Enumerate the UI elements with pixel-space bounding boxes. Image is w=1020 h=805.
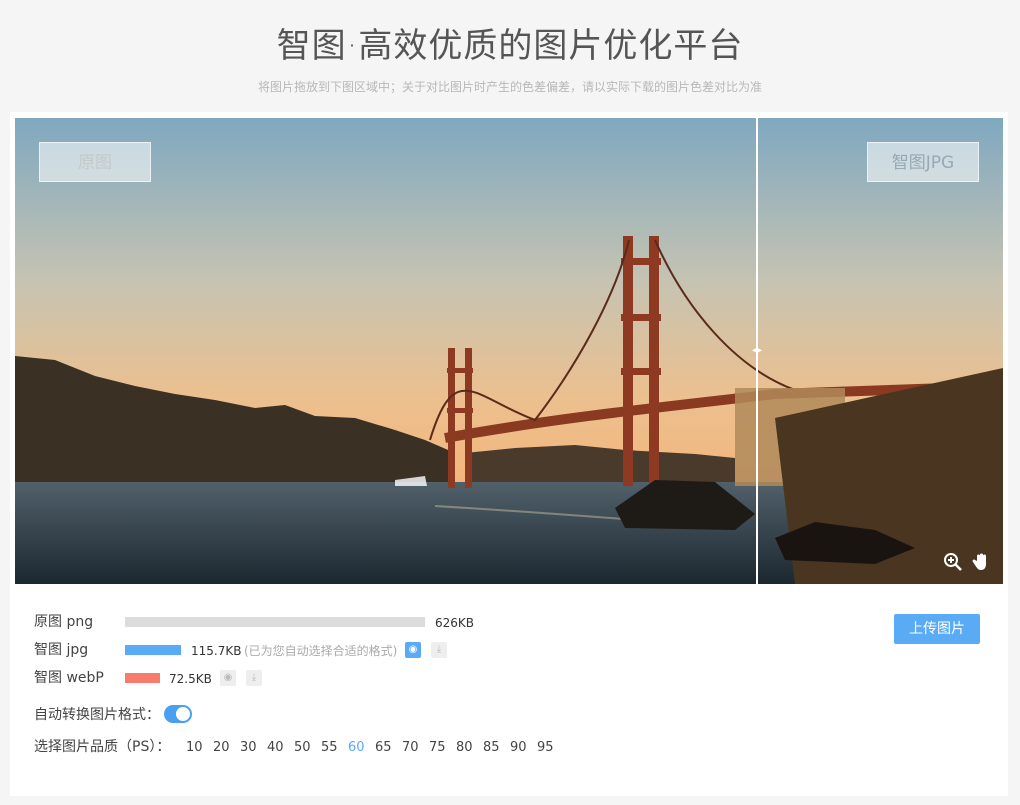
viewer-tools [941, 550, 1001, 578]
bridge-photo [15, 118, 1003, 584]
quality-option[interactable]: 30 [240, 736, 267, 760]
result-row-webp: 智图 webP 72.5KB ◉ ⤓ [34, 668, 634, 688]
result-label: 智图 webP [34, 670, 104, 686]
quality-label: 选择图片品质（PS）： [34, 739, 171, 755]
quality-option[interactable]: 85 [483, 736, 510, 760]
quality-option[interactable]: 10 [186, 736, 213, 760]
result-row-jpg: 智图 jpg 115.7KB (已为您自动选择合适的格式) ◉ ⤓ [34, 640, 634, 660]
results-panel: 原图 png 626KB 智图 jpg 115.7KB (已为您自动选择合适的格… [34, 604, 984, 784]
quality-option[interactable]: 80 [456, 736, 483, 760]
format-note: (已为您自动选择合适的格式) [244, 644, 398, 658]
download-icon[interactable]: ⤓ [246, 670, 262, 686]
quality-option[interactable]: 60 [348, 736, 375, 760]
size-bar-original [125, 617, 425, 627]
result-label: 智图 jpg [34, 642, 89, 658]
quality-option[interactable]: 75 [429, 736, 456, 760]
drag-handle-icon[interactable]: ◂▸ [748, 345, 766, 357]
page-subtitle: 将图片拖放到下图区域中；关于对比图片时产生的色差偏差，请以实际下载的图片色差对比… [257, 80, 762, 94]
auto-convert-label: 自动转换图片格式： [34, 707, 160, 723]
auto-convert-row: 自动转换图片格式： [34, 703, 192, 727]
optimized-image-tag: 智图JPG [867, 142, 979, 182]
eye-icon[interactable]: ◉ [405, 642, 421, 658]
size-bar-jpg [125, 645, 181, 655]
toggle-knob [176, 707, 190, 721]
hand-icon[interactable] [971, 552, 995, 576]
main-card: 原图 智图JPG ◂▸ 原图 png 626KB 智图 jpg 115.7KB … [10, 112, 1008, 796]
quality-option[interactable]: 70 [402, 736, 429, 760]
quality-option[interactable]: 55 [321, 736, 348, 760]
result-label: 原图 png [34, 614, 94, 630]
quality-options: 10 20 30 40 50 55 60 65 70 75 80 85 90 95 [186, 735, 564, 760]
quality-option[interactable]: 50 [294, 736, 321, 760]
quality-option[interactable]: 40 [267, 736, 294, 760]
image-compare-viewer[interactable]: 原图 智图JPG ◂▸ [15, 118, 1003, 584]
size-value: 626KB [435, 616, 475, 630]
original-image-tag: 原图 [39, 142, 151, 182]
download-icon[interactable]: ⤓ [431, 642, 447, 658]
quality-option[interactable]: 95 [537, 736, 564, 760]
quality-option[interactable]: 65 [375, 736, 402, 760]
upload-image-button[interactable]: 上传图片 [894, 614, 980, 644]
size-bar-webp [125, 673, 160, 683]
eye-icon[interactable]: ◉ [220, 670, 236, 686]
auto-convert-toggle[interactable] [164, 705, 192, 723]
page-title: 智图·高效优质的图片优化平台 [276, 26, 744, 66]
quality-option[interactable]: 90 [510, 736, 537, 760]
size-value: 72.5KB [169, 672, 212, 686]
result-row-original: 原图 png 626KB [34, 612, 634, 632]
quality-option[interactable]: 20 [213, 736, 240, 760]
size-value: 115.7KB [191, 644, 242, 658]
zoom-in-icon[interactable] [943, 552, 967, 576]
